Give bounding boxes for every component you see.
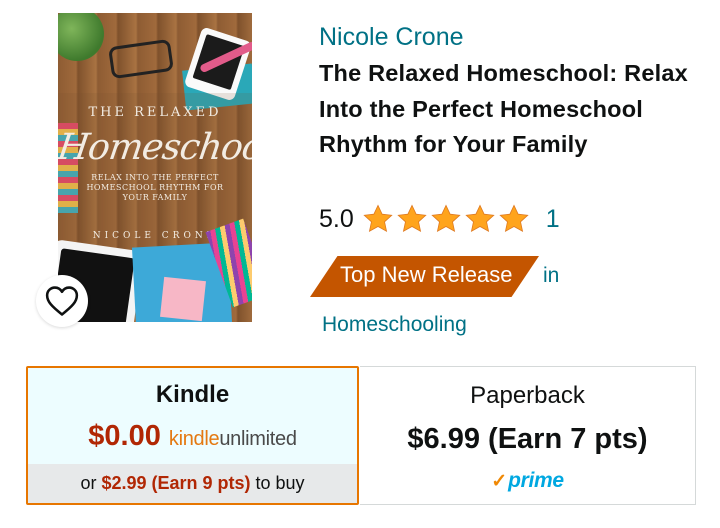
kindle-buy-option[interactable]: or $2.99 (Earn 9 pts) to buy bbox=[28, 464, 357, 503]
format-label-paperback: Paperback bbox=[470, 382, 585, 409]
badge-in-label: in bbox=[543, 264, 560, 287]
book-cover[interactable]: THE RELAXED Homeschool RELAX INTO THE PE… bbox=[58, 13, 252, 322]
cover-title-line1: THE RELAXED bbox=[88, 105, 222, 120]
star-filled-icon bbox=[363, 204, 393, 233]
badge-label[interactable]: Top New Release bbox=[340, 262, 512, 288]
buy-suffix: to buy bbox=[255, 473, 305, 493]
star-filled-icon bbox=[499, 204, 529, 233]
cover-sticky-note-image bbox=[160, 276, 206, 322]
rating-row[interactable]: 5.0 1 bbox=[319, 200, 560, 238]
product-title: The Relaxed Homeschool: Relax Into the P… bbox=[319, 60, 688, 157]
prime-check-icon: ✓ bbox=[491, 470, 508, 492]
kindle-unlimited-logo-part1: kindle bbox=[168, 428, 220, 450]
rating-value: 5.0 bbox=[319, 204, 354, 233]
paperback-price: $6.99 (Earn 7 pts) bbox=[407, 423, 648, 455]
star-filled-icon bbox=[397, 204, 427, 233]
category-link[interactable]: Homeschooling bbox=[322, 313, 467, 337]
rating-count-link[interactable]: 1 bbox=[546, 205, 560, 234]
cover-glasses-image bbox=[108, 38, 174, 80]
cover-plant-image bbox=[58, 13, 104, 61]
kindle-price: $0.00 bbox=[88, 420, 161, 452]
format-card-paperback[interactable]: Paperback $6.99 (Earn 7 pts) ✓ prime bbox=[360, 366, 696, 505]
format-label-kindle: Kindle bbox=[155, 381, 230, 408]
star-rating[interactable] bbox=[362, 203, 530, 235]
buy-prefix: or bbox=[80, 473, 97, 493]
heart-outline-icon bbox=[45, 286, 79, 316]
author-link[interactable]: Nicole Crone bbox=[319, 23, 464, 52]
kindle-unlimited-logo-part2: unlimited bbox=[219, 428, 297, 450]
format-card-kindle[interactable]: Kindle $0.00 kindleunlimited or $2.99 (E… bbox=[26, 366, 359, 505]
star-filled-icon bbox=[465, 204, 495, 233]
prime-label: prime bbox=[508, 469, 564, 492]
cover-title-line2: Homeschool bbox=[58, 127, 252, 168]
wishlist-button[interactable] bbox=[36, 275, 88, 327]
kindle-unlimited-logo: kindleunlimited bbox=[169, 428, 297, 451]
kindle-price-row: $0.00 kindleunlimited bbox=[28, 420, 357, 453]
prime-badge: ✓ prime bbox=[360, 469, 695, 493]
star-filled-icon bbox=[431, 204, 461, 233]
cover-subtitle: RELAX INTO THE PERFECT HOMESCHOOL RHYTHM… bbox=[86, 173, 224, 202]
kindle-buy-price: $2.99 (Earn 9 pts) bbox=[101, 473, 251, 493]
